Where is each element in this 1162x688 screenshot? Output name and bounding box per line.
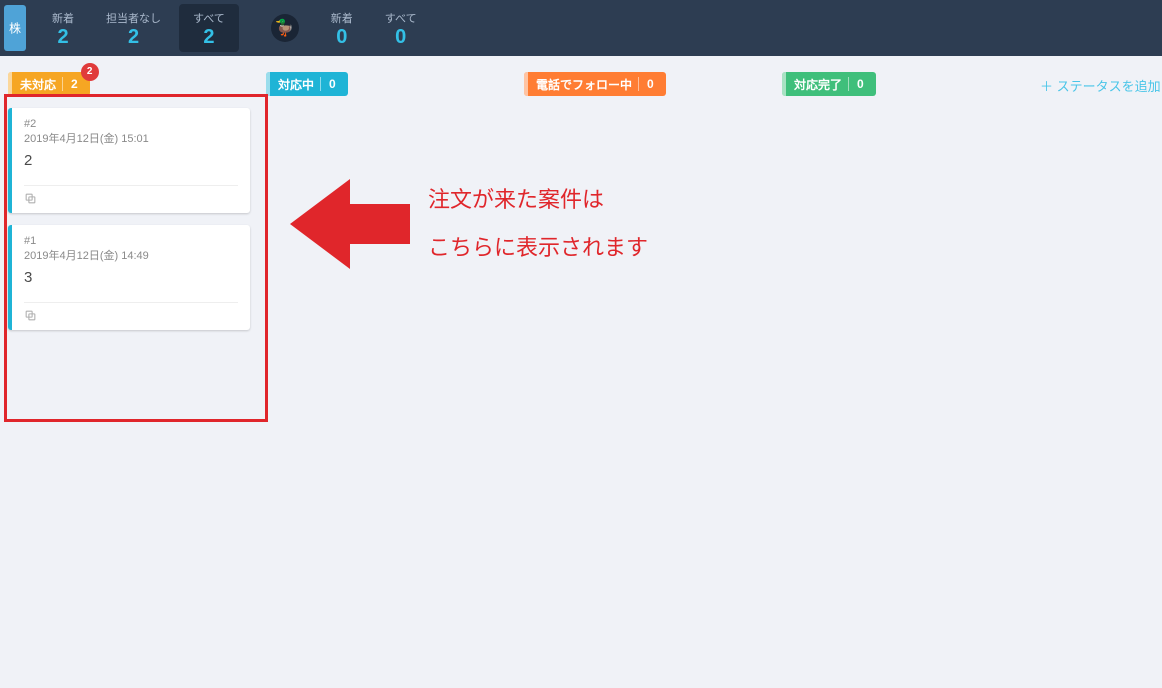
ticket-title: 3 bbox=[24, 269, 238, 286]
status-count: 0 bbox=[848, 77, 864, 91]
column-unhandled: 未対応 2 2 #2 2019年4月12日(金) 15:01 2 #1 2019… bbox=[0, 72, 258, 330]
filter-count: 2 bbox=[193, 26, 225, 48]
filter-count: 2 bbox=[52, 26, 74, 48]
filter-all[interactable]: すべて 2 bbox=[179, 4, 239, 52]
filter-label: すべて bbox=[193, 10, 225, 26]
filter-count: 2 bbox=[106, 26, 161, 48]
app-header: 株 新着 2 担当者なし 2 すべて 2 🦆 新着 0 すべて 0 bbox=[0, 0, 1162, 56]
filter-unassigned[interactable]: 担当者なし 2 bbox=[92, 4, 175, 52]
status-pill-in-progress[interactable]: 対応中 0 bbox=[266, 72, 348, 96]
status-pill-done[interactable]: 対応完了 0 bbox=[782, 72, 876, 96]
ticket-card[interactable]: #1 2019年4月12日(金) 14:49 3 bbox=[8, 225, 250, 330]
status-count: 0 bbox=[320, 77, 336, 91]
status-name: 電話でフォロー中 bbox=[536, 76, 632, 93]
filter-label: 新着 bbox=[52, 10, 74, 26]
filter-count: 0 bbox=[331, 26, 353, 48]
duck-icon[interactable]: 🦆 bbox=[271, 14, 299, 42]
status-pill-unhandled[interactable]: 未対応 2 2 bbox=[8, 72, 90, 96]
ticket-date: 2019年4月12日(金) 15:01 bbox=[24, 130, 238, 146]
ticket-card[interactable]: #2 2019年4月12日(金) 15:01 2 bbox=[8, 108, 250, 213]
column-in-progress: 対応中 0 bbox=[258, 72, 516, 96]
ticket-id: #1 bbox=[24, 235, 238, 247]
status-name: 未対応 bbox=[20, 76, 56, 93]
status-name: 対応中 bbox=[278, 76, 314, 93]
column-phone-follow: 電話でフォロー中 0 bbox=[516, 72, 774, 96]
filter2-all[interactable]: すべて 0 bbox=[371, 4, 431, 52]
filter-new[interactable]: 新着 2 bbox=[38, 4, 88, 52]
filter-label: 新着 bbox=[331, 10, 353, 26]
ticket-date: 2019年4月12日(金) 14:49 bbox=[24, 247, 238, 263]
status-count: 0 bbox=[638, 77, 654, 91]
copy-icon[interactable] bbox=[24, 192, 238, 205]
org-chip[interactable]: 株 bbox=[4, 5, 26, 51]
kanban-board: 未対応 2 2 #2 2019年4月12日(金) 15:01 2 #1 2019… bbox=[0, 56, 1162, 688]
new-badge: 2 bbox=[81, 63, 99, 81]
ticket-title: 2 bbox=[24, 152, 238, 169]
status-pill-phone-follow[interactable]: 電話でフォロー中 0 bbox=[524, 72, 666, 96]
filter-count: 0 bbox=[385, 26, 417, 48]
filter2-new[interactable]: 新着 0 bbox=[317, 4, 367, 52]
filter-label: すべて bbox=[385, 10, 417, 26]
column-done: 対応完了 0 bbox=[774, 72, 1032, 96]
filter-label: 担当者なし bbox=[106, 10, 161, 26]
copy-icon[interactable] bbox=[24, 309, 238, 322]
ticket-id: #2 bbox=[24, 118, 238, 130]
status-name: 対応完了 bbox=[794, 76, 842, 93]
add-status-button[interactable]: ＋ ステータスを追加 bbox=[1032, 72, 1162, 99]
status-count: 2 bbox=[62, 77, 78, 91]
